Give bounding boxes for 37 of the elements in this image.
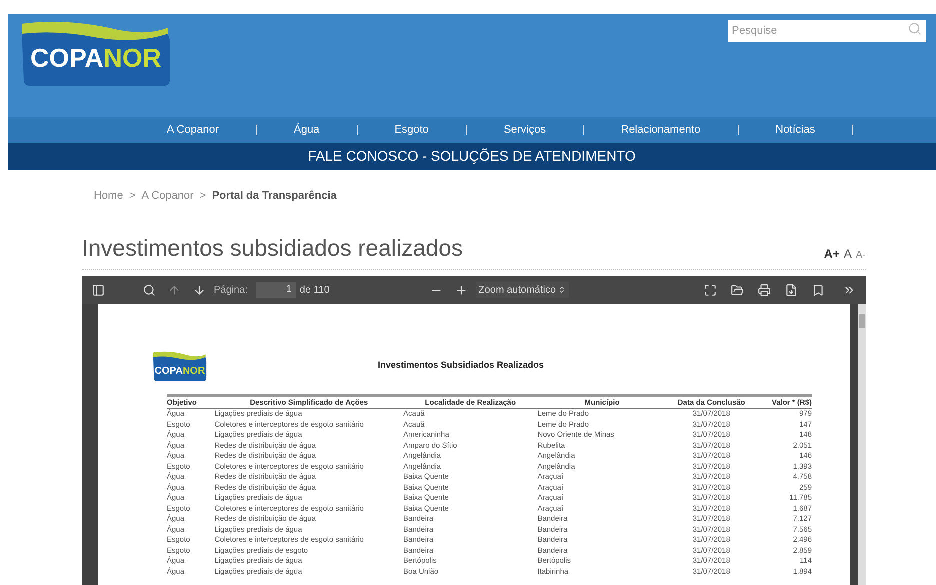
page-title: Investimentos subsidiados realizados [82,234,463,262]
page-total: de 110 [300,284,330,298]
search-field[interactable]: Pesquise [728,20,926,42]
search-icon[interactable] [143,284,156,296]
logo-text: COPANOR [30,42,162,75]
font-size-button[interactable]: A+ [824,245,840,263]
nav-link[interactable]: A Copanor [166,122,220,138]
search-icon [908,22,922,36]
font-size-button[interactable]: A [844,245,852,263]
up-down-icon [558,286,566,294]
font-size-button[interactable]: A- [856,248,866,263]
page-number-field[interactable]: 1 [256,282,296,298]
breadcrumb-separator: > [200,189,206,204]
breadcrumb-link[interactable]: Portal da Transparência [212,188,337,204]
arrow-down-icon[interactable] [193,284,206,296]
fullscreen-icon[interactable] [704,284,717,296]
document-title: Investimentos Subsidiados Realizados [378,359,544,372]
zoom-in-icon[interactable] [454,284,468,296]
download-icon[interactable] [785,284,798,296]
folder-icon[interactable] [731,284,744,296]
zoom-select[interactable]: Zoom automático [476,282,570,298]
page-label: Página: [214,284,248,298]
scrollbar[interactable] [858,304,866,585]
breadcrumb-link[interactable]: A Copanor [142,188,194,204]
breadcrumb-separator: > [129,189,136,204]
bookmark-icon[interactable] [812,284,825,296]
nav-link[interactable]: Serviços [502,122,548,138]
print-icon[interactable] [758,284,771,296]
nav-link[interactable]: Relacionamento [620,122,702,138]
nav-link[interactable]: Notícias [774,122,816,138]
breadcrumb-link[interactable]: Home [94,188,124,204]
nav-link[interactable]: Esgoto [394,122,430,138]
arrow-up-icon[interactable] [168,284,181,296]
logo-text: COPANOR [154,365,206,379]
contact-banner[interactable]: FALE CONOSCO - SOLUÇÕES DE ATENDIMENTO [8,143,936,170]
nav-link[interactable]: Água [292,122,321,138]
sidebar-toggle-icon[interactable] [92,284,105,296]
